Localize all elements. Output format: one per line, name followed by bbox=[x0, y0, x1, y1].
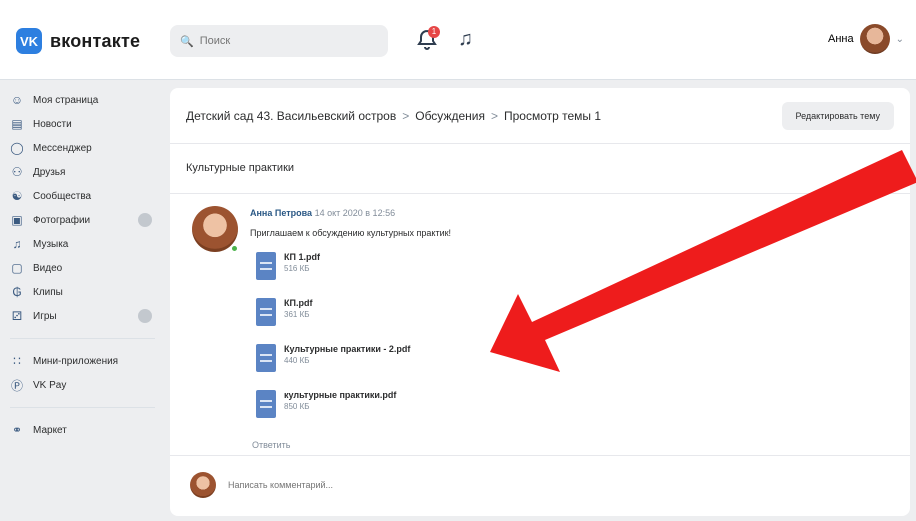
current-user-avatar bbox=[190, 472, 216, 498]
sidebar-item-messenger[interactable]: ◯ Мессенджер bbox=[10, 136, 160, 160]
photos-count-badge bbox=[138, 213, 152, 227]
breadcrumb-bar: Детский сад 43. Васильевский остров > Об… bbox=[170, 88, 910, 144]
communities-icon: ☯ bbox=[11, 189, 23, 203]
sidebar-item-market[interactable]: ⚭ Маркет bbox=[10, 418, 160, 442]
attachment-name: КП 1.pdf bbox=[284, 252, 320, 262]
chat-icon: ◯ bbox=[10, 141, 24, 155]
sidebar-item-communities[interactable]: ☯ Сообщества bbox=[10, 184, 160, 208]
attachment-size: 516 КБ bbox=[284, 264, 310, 273]
breadcrumb-separator: > bbox=[490, 108, 498, 123]
games-icon: ⚂ bbox=[11, 309, 23, 323]
sidebar-item-label: Видео bbox=[33, 262, 63, 274]
attachment-item[interactable]: культурные практики.pdf 850 КБ bbox=[256, 390, 396, 418]
post-date[interactable]: 14 окт 2020 в 12:56 bbox=[315, 208, 396, 218]
photo-icon: ▣ bbox=[11, 213, 23, 227]
friends-icon: ⚇ bbox=[11, 165, 23, 179]
attachment-item[interactable]: КП 1.pdf 516 КБ bbox=[256, 252, 320, 280]
chevron-down-icon: ⌄ bbox=[895, 33, 904, 45]
sidebar-divider bbox=[10, 407, 155, 408]
document-icon bbox=[256, 344, 276, 372]
vkpay-icon: Ⓟ bbox=[10, 378, 23, 393]
breadcrumb-separator: > bbox=[402, 108, 410, 123]
sidebar-item-label: Моя страница bbox=[33, 94, 99, 106]
sidebar-item-video[interactable]: ▢ Видео bbox=[10, 256, 160, 280]
sidebar-item-friends[interactable]: ⚇ Друзья bbox=[10, 160, 160, 184]
topic-post: Анна Петрова 14 окт 2020 в 12:56 Приглаш… bbox=[170, 194, 910, 456]
sidebar-item-label: Мессенджер bbox=[33, 142, 92, 154]
music-icon: ♫ bbox=[12, 237, 22, 251]
clips-icon: ₲ bbox=[12, 285, 22, 299]
sidebar-item-label: Клипы bbox=[33, 286, 63, 298]
edit-topic-button[interactable]: Редактировать тему bbox=[781, 101, 894, 130]
sidebar-item-vkpay[interactable]: Ⓟ VK Pay bbox=[10, 373, 160, 397]
news-icon: ▤ bbox=[11, 117, 23, 131]
logo-text: вконтакте bbox=[50, 30, 141, 51]
document-icon bbox=[256, 252, 276, 280]
sidebar-item-label: Друзья bbox=[33, 166, 66, 178]
vk-logo-icon: VK bbox=[16, 28, 42, 54]
left-sidebar: ☺ Моя страница ▤ Новости ◯ Мессенджер ⚇ … bbox=[10, 88, 160, 442]
attachment-name: Культурные практики - 2.pdf bbox=[284, 344, 411, 354]
breadcrumb-discussions-link[interactable]: Обсуждения bbox=[415, 109, 485, 123]
sidebar-item-label: Музыка bbox=[33, 238, 69, 250]
breadcrumb-current-page: Просмотр темы 1 bbox=[504, 108, 602, 123]
user-name: Анна bbox=[828, 33, 854, 45]
sidebar-divider bbox=[10, 338, 155, 339]
notifications-button[interactable]: 1 bbox=[415, 26, 441, 54]
video-icon: ▢ bbox=[11, 261, 23, 275]
market-icon: ⚭ bbox=[11, 423, 23, 437]
reply-link[interactable]: Ответить bbox=[252, 440, 290, 450]
attachment-item[interactable]: Культурные практики - 2.pdf 440 КБ bbox=[256, 344, 410, 372]
sidebar-item-label: Игры bbox=[33, 310, 57, 322]
apps-icon: ∷ bbox=[13, 354, 21, 368]
post-text: Приглашаем к обсуждению культурных практ… bbox=[250, 228, 452, 238]
sidebar-item-photos[interactable]: ▣ Фотографии bbox=[10, 208, 160, 232]
attachment-name: культурные практики.pdf bbox=[284, 390, 397, 400]
sidebar-item-label: Фотографии bbox=[33, 214, 91, 226]
vk-logo[interactable]: VK вконтакте bbox=[16, 28, 140, 54]
topic-title: Культурные практики bbox=[170, 144, 910, 194]
search-box[interactable]: 🔍 bbox=[170, 25, 388, 57]
sidebar-item-mini-apps[interactable]: ∷ Мини-приложения bbox=[10, 349, 160, 373]
document-icon bbox=[256, 390, 276, 418]
breadcrumb-group-link[interactable]: Детский сад 43. Васильевский остров bbox=[186, 109, 396, 123]
search-icon: 🔍 bbox=[180, 35, 194, 48]
sidebar-item-my-page[interactable]: ☺ Моя страница bbox=[10, 88, 160, 112]
sidebar-item-label: Сообщества bbox=[33, 190, 92, 202]
breadcrumb: Детский сад 43. Васильевский остров > Об… bbox=[186, 109, 601, 123]
sidebar-item-games[interactable]: ⚂ Игры bbox=[10, 304, 160, 328]
sidebar-item-news[interactable]: ▤ Новости bbox=[10, 112, 160, 136]
attachment-size: 850 КБ bbox=[284, 402, 310, 411]
comment-input[interactable] bbox=[228, 480, 528, 490]
attachment-item[interactable]: КП.pdf 361 КБ bbox=[256, 298, 312, 326]
attachment-size: 361 КБ bbox=[284, 310, 310, 319]
topic-panel: Детский сад 43. Васильевский остров > Об… bbox=[170, 88, 910, 516]
sidebar-item-label: Мини-приложения bbox=[33, 355, 119, 367]
document-icon bbox=[256, 298, 276, 326]
sidebar-item-label: VK Pay bbox=[33, 379, 67, 391]
attachment-size: 440 КБ bbox=[284, 356, 310, 365]
games-count-badge bbox=[138, 309, 152, 323]
online-status-icon bbox=[230, 244, 239, 253]
search-input[interactable] bbox=[199, 35, 370, 47]
notifications-badge: 1 bbox=[428, 26, 440, 38]
top-header: VK вконтакте 🔍 1 ♫ Анна ⌄ bbox=[0, 0, 916, 80]
sidebar-item-music[interactable]: ♫ Музыка bbox=[10, 232, 160, 256]
user-circle-icon: ☺ bbox=[10, 93, 24, 107]
sidebar-item-label: Маркет bbox=[33, 424, 67, 436]
attachment-name: КП.pdf bbox=[284, 298, 313, 308]
sidebar-item-label: Новости bbox=[33, 118, 72, 130]
user-avatar bbox=[859, 24, 890, 54]
comment-composer bbox=[170, 456, 910, 514]
user-menu[interactable]: Анна ⌄ bbox=[828, 24, 904, 54]
post-header: Анна Петрова 14 окт 2020 в 12:56 bbox=[250, 208, 395, 218]
post-author-link[interactable]: Анна Петрова bbox=[250, 208, 312, 218]
music-player-icon[interactable]: ♫ bbox=[458, 28, 473, 51]
sidebar-item-clips[interactable]: ₲ Клипы bbox=[10, 280, 160, 304]
